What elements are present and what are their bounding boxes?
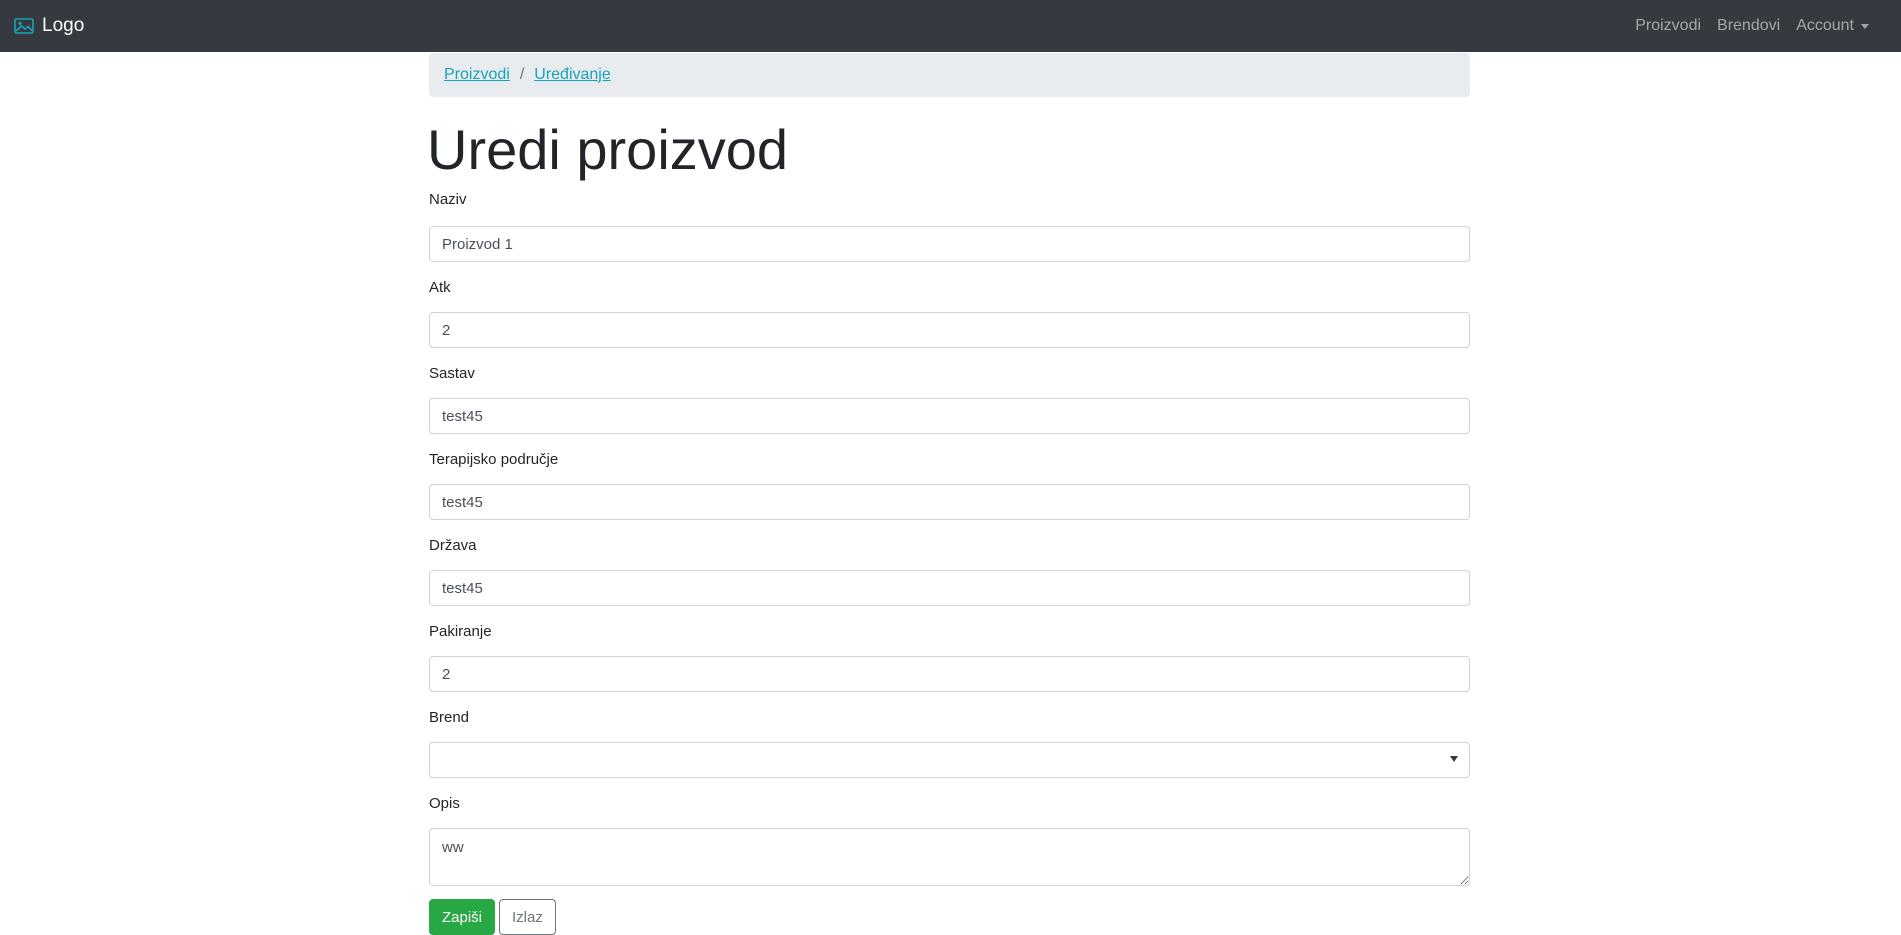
top-navbar: Logo Proizvodi Brendovi Account (0, 0, 1901, 52)
nav-links: Proizvodi Brendovi Account (1627, 17, 1877, 35)
naziv-input[interactable] (429, 226, 1470, 262)
form-group-terapijsko: Terapijsko područje (429, 450, 1470, 520)
atk-label: Atk (429, 279, 451, 296)
form-group-brend: Brend (429, 708, 1470, 778)
breadcrumb: Proizvodi / Uređivanje (429, 53, 1470, 97)
image-icon (14, 18, 34, 34)
main-container: Proizvodi / Uređivanje Uredi proizvod Na… (427, 53, 1470, 935)
breadcrumb-link-proizvodi[interactable]: Proizvodi (444, 66, 510, 84)
brend-select-wrapper (429, 742, 1470, 778)
nav-link-label: Brendovi (1717, 17, 1781, 34)
breadcrumb-link-uredivanje[interactable]: Uređivanje (534, 66, 610, 84)
brend-select[interactable] (429, 742, 1470, 778)
save-button[interactable]: Zapiši (429, 899, 496, 935)
form-group-naziv: Naziv (429, 190, 1470, 262)
form-buttons: Zapiši Izlaz (429, 899, 1470, 935)
exit-button[interactable]: Izlaz (499, 899, 556, 935)
opis-textarea[interactable]: ww (429, 828, 1470, 886)
nav-link-label: Proizvodi (1635, 17, 1702, 34)
atk-input[interactable] (429, 312, 1470, 348)
brand-logo-link[interactable]: Logo (14, 15, 84, 37)
form-group-atk: Atk (429, 278, 1470, 348)
nav-link-proizvodi[interactable]: Proizvodi (1627, 17, 1709, 35)
terapijsko-label: Terapijsko područje (429, 451, 559, 468)
opis-label: Opis (429, 795, 460, 812)
pakiranje-label: Pakiranje (429, 623, 492, 640)
terapijsko-input[interactable] (429, 484, 1470, 520)
page-title: Uredi proizvod (427, 118, 789, 181)
brend-label: Brend (429, 709, 470, 726)
naziv-label: Naziv (429, 191, 467, 208)
nav-link-brendovi[interactable]: Brendovi (1709, 17, 1788, 35)
form-group-sastav: Sastav (429, 364, 1470, 434)
pakiranje-input[interactable] (429, 656, 1470, 692)
nav-dropdown-account[interactable]: Account (1788, 17, 1877, 35)
form-group-opis: Opis ww (429, 794, 1470, 886)
breadcrumb-separator: / (519, 66, 525, 83)
drzava-label: Država (429, 537, 477, 554)
drzava-input[interactable] (429, 570, 1470, 606)
select-arrow-icon (1450, 756, 1458, 762)
brand-label: Logo (42, 15, 85, 36)
form-group-drzava: Država (429, 536, 1470, 606)
caret-down-icon (1861, 23, 1869, 29)
sastav-input[interactable] (429, 398, 1470, 434)
nav-link-label: Account (1796, 17, 1854, 34)
form-group-pakiranje: Pakiranje (429, 622, 1470, 692)
sastav-label: Sastav (429, 365, 475, 382)
